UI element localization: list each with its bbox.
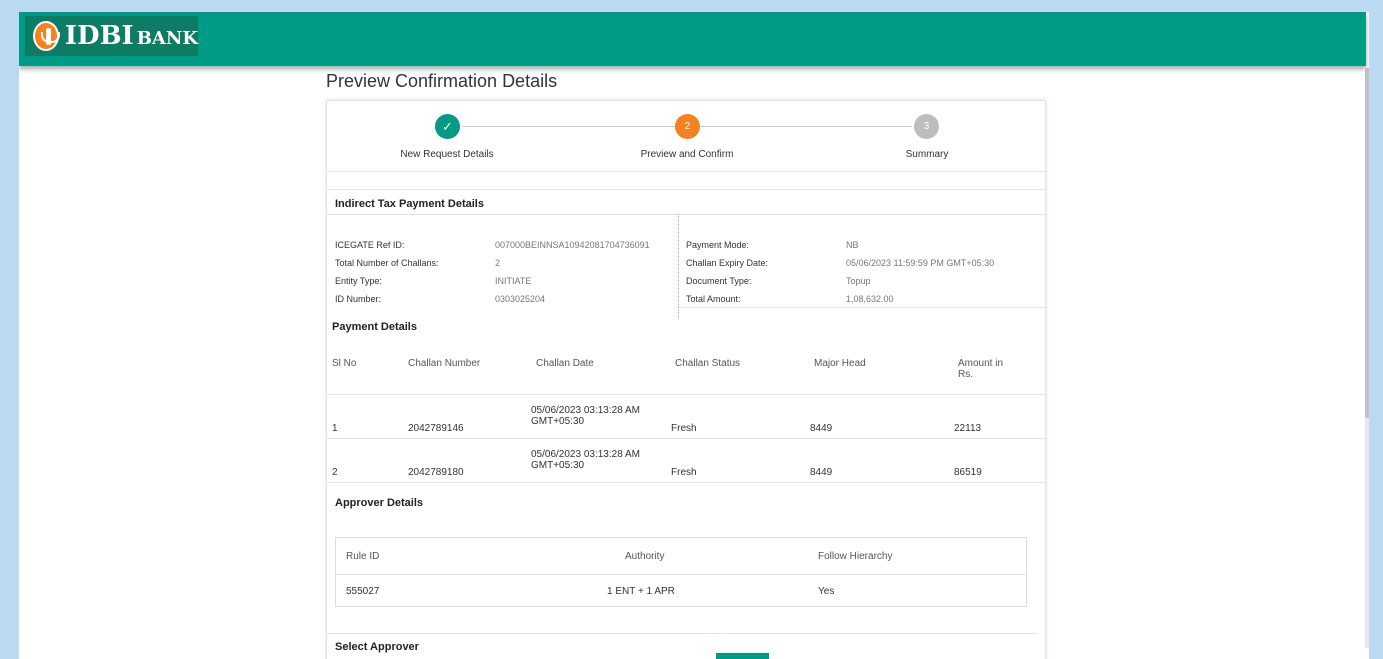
step-1-check-icon: ✓ [435, 114, 460, 139]
icegate-ref-value: 007000BEINNSA10942081704736091 [495, 240, 650, 250]
row-1-sl-no: 1 [332, 423, 338, 434]
divider [327, 171, 1047, 172]
column-divider [678, 214, 679, 319]
row-1-major-head: 8449 [810, 423, 833, 434]
col-follow-hierarchy: Follow Hierarchy [818, 551, 893, 562]
approver-details-title: Approver Details [335, 497, 424, 509]
indirect-tax-title: Indirect Tax Payment Details [335, 198, 484, 210]
challan-expiry-label: Challan Expiry Date: [686, 258, 769, 268]
header-bar: IDBI BANK [19, 12, 1366, 66]
row-1-challan-number: 2042789146 [408, 423, 464, 434]
col-sl-no: Sl No [332, 358, 357, 369]
logo-bank: BANK [136, 28, 198, 49]
col-challan-status: Challan Status [675, 358, 741, 369]
progress-stepper: ✓ 2 3 New Request Details Preview and Co… [327, 101, 1047, 181]
total-challans-label: Total Number of Challans: [335, 258, 439, 268]
divider [327, 214, 1047, 215]
details-card: ✓ 2 3 New Request Details Preview and Co… [326, 100, 1047, 659]
col-challan-number: Challan Number [408, 358, 481, 369]
step-3-label: Summary [905, 149, 949, 160]
table-row-divider [327, 482, 1047, 483]
table-row-divider [336, 574, 1026, 575]
approver-table: Rule ID Authority Follow Hierarchy 55502… [335, 537, 1027, 607]
stepper-line-1 [462, 126, 675, 127]
row-2-major-head: 8449 [810, 467, 833, 478]
logo-idbi: IDBI [64, 21, 134, 51]
step-2-number: 2 [675, 114, 700, 139]
divider [327, 189, 1047, 190]
approver-rule-id: 555027 [346, 586, 380, 597]
icegate-ref-label: ICEGATE Ref ID: [335, 240, 405, 250]
payment-details-title: Payment Details [332, 321, 417, 333]
col-challan-date: Challan Date [536, 358, 594, 369]
total-amount-value: 1,08,632.00 [846, 294, 894, 304]
col-amount: Amount in Rs. [958, 358, 1004, 380]
document-type-value: Topup [846, 276, 871, 286]
row-1-challan-date: 05/06/2023 03:13:28 AM GMT+05:30 [531, 405, 640, 427]
browser-window: IDBI BANK Preview Confirmation Details ✓ … [19, 12, 1369, 659]
id-number-label: ID Number: [335, 294, 382, 304]
step-3-number: 3 [914, 114, 939, 139]
col-authority: Authority [625, 551, 665, 562]
total-challans-value: 2 [495, 258, 501, 268]
payment-mode-label: Payment Mode: [686, 240, 750, 250]
divider [678, 307, 1047, 308]
row-2-challan-number: 2042789180 [408, 467, 464, 478]
total-amount-label: Total Amount: [686, 294, 741, 304]
col-major-head: Major Head [814, 358, 866, 369]
idbi-logo-icon [33, 21, 60, 51]
challan-expiry-value: 05/06/2023 11:59:59 PM GMT+05:30 [846, 258, 995, 268]
row-2-amount: 86519 [954, 467, 982, 478]
row-2-sl-no: 2 [332, 467, 338, 478]
logo-text: IDBI BANK [65, 21, 198, 51]
payment-mode-value: NB [846, 240, 859, 250]
step-2-label: Preview and Confirm [640, 149, 734, 160]
select-approver-title: Select Approver [335, 641, 419, 653]
entity-type-label: Entity Type: [335, 276, 382, 286]
divider [327, 633, 1037, 634]
document-type-label: Document Type: [686, 276, 752, 286]
id-number-value: 0303025204 [495, 294, 546, 304]
page-scrollbar[interactable] [1365, 68, 1369, 648]
page-title: Preview Confirmation Details [326, 71, 558, 91]
row-1-amount: 22113 [954, 423, 982, 434]
table-row-divider [327, 394, 1047, 395]
approver-follow-hierarchy: Yes [818, 586, 835, 597]
row-1-status: Fresh [671, 423, 697, 434]
table-row-divider [327, 438, 1047, 439]
idbi-bank-logo[interactable]: IDBI BANK [25, 16, 198, 56]
step-1-label: New Request Details [400, 149, 494, 160]
stepper-line-2 [700, 126, 912, 127]
scrollbar-thumb[interactable] [1365, 68, 1369, 418]
select-approver-button[interactable] [716, 653, 769, 659]
row-2-status: Fresh [671, 467, 697, 478]
col-rule-id: Rule ID [346, 551, 380, 562]
row-2-challan-date: 05/06/2023 03:13:28 AM GMT+05:30 [531, 449, 640, 471]
entity-type-value: INITIATE [495, 276, 532, 286]
approver-authority: 1 ENT + 1 APR [607, 586, 675, 597]
